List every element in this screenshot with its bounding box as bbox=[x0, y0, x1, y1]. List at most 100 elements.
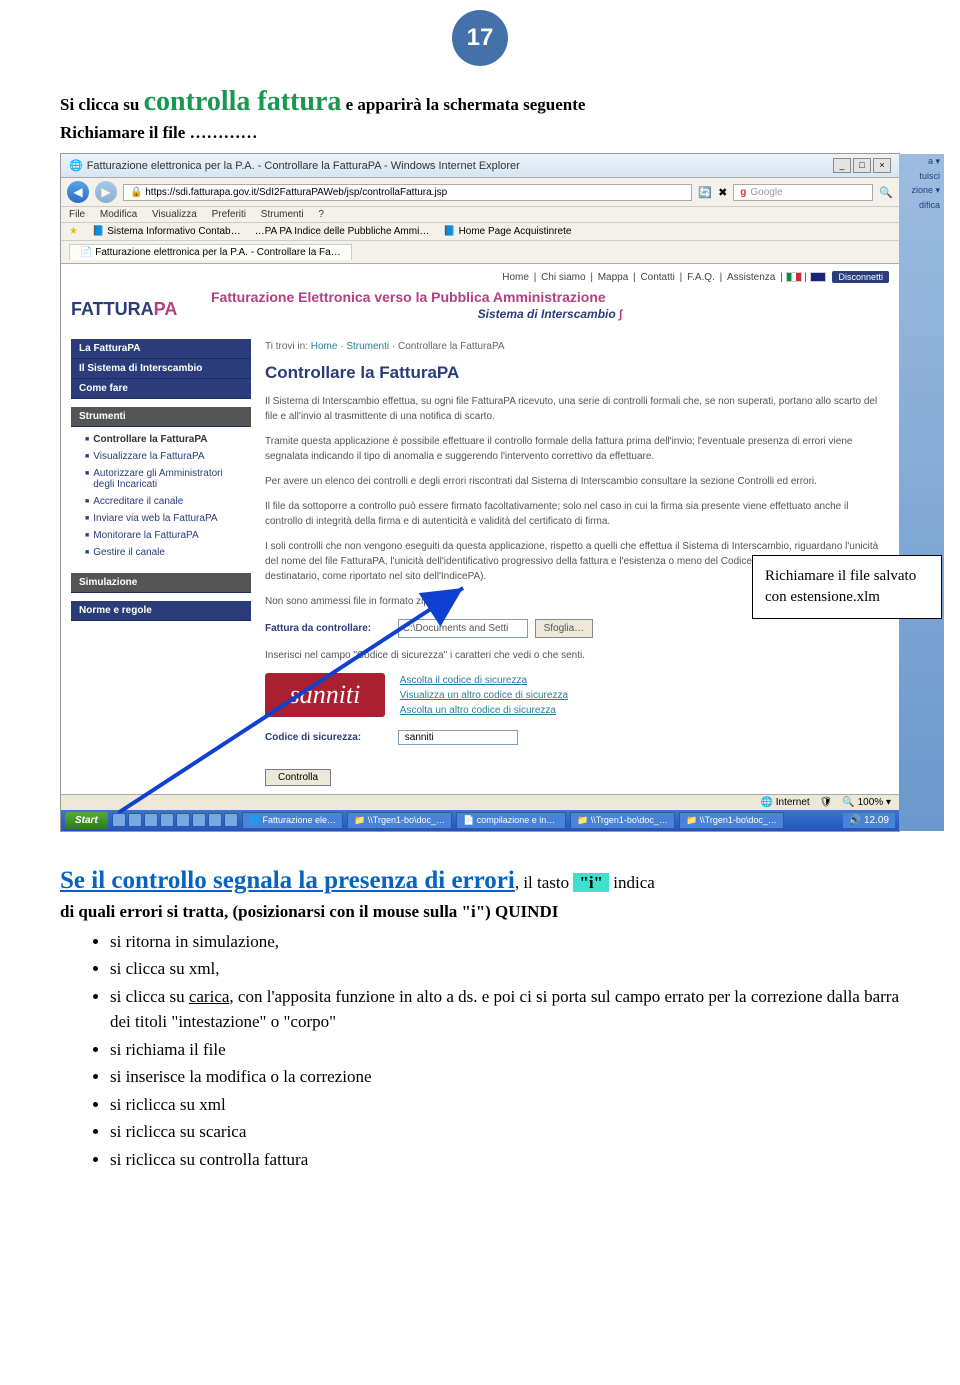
sidebar-head-strumenti[interactable]: Strumenti bbox=[71, 407, 251, 427]
search-box[interactable]: g Google bbox=[733, 184, 873, 201]
ql-icon[interactable] bbox=[160, 813, 174, 827]
lock-icon: 🔒 bbox=[130, 187, 142, 198]
taskbar-item[interactable]: 🌐 Fatturazione ele… bbox=[242, 812, 343, 829]
list-item: si richiama il file bbox=[110, 1037, 900, 1063]
header-row: FATTURAPA Fatturazione Elettronica verso… bbox=[71, 285, 889, 339]
sidebar-item-autorizzare[interactable]: Autorizzare gli Amministratori degli Inc… bbox=[71, 465, 251, 493]
list-item: si riclicca su controlla fattura bbox=[110, 1147, 900, 1173]
close-button[interactable]: × bbox=[873, 158, 891, 173]
fav-link[interactable]: 📘 Sistema Informativo Contab… bbox=[92, 226, 241, 237]
minimize-button[interactable]: _ bbox=[833, 158, 851, 173]
top-link-contatti[interactable]: Contatti bbox=[640, 272, 674, 283]
back-button[interactable]: ◀ bbox=[67, 181, 89, 203]
list-item: si clicca su xml, bbox=[110, 956, 900, 982]
sidebar-item-accreditare[interactable]: Accreditare il canale bbox=[71, 493, 251, 510]
sidebar-item-gestire[interactable]: Gestire il canale bbox=[71, 544, 251, 561]
fav-link[interactable]: 📘 Home Page Acquistinrete bbox=[443, 226, 571, 237]
list-item: si riclicca su scarica bbox=[110, 1119, 900, 1145]
address-row: ◀ ▶ 🔒 https://sdi.fatturapa.gov.it/SdI2F… bbox=[61, 178, 899, 207]
intro-paragraph: Si clicca su controlla fattura e apparir… bbox=[0, 86, 960, 143]
ql-icon[interactable] bbox=[176, 813, 190, 827]
intro-line2: Richiamare il file ………… bbox=[60, 123, 900, 143]
paragraph: Il Sistema di Interscambio effettua, su … bbox=[265, 394, 889, 424]
captcha-link-new-audio[interactable]: Ascolta un altro codice di sicurezza bbox=[400, 703, 568, 718]
breadcrumb-strumenti[interactable]: Strumenti bbox=[346, 341, 389, 352]
sidebar-item-monitorare[interactable]: Monitorare la FatturaPA bbox=[71, 527, 251, 544]
ql-icon[interactable] bbox=[128, 813, 142, 827]
ql-icon[interactable] bbox=[208, 813, 222, 827]
menu-edit[interactable]: Modifica bbox=[100, 209, 137, 220]
breadcrumb-current: Controllare la FatturaPA bbox=[398, 341, 505, 352]
security-input[interactable] bbox=[398, 730, 518, 745]
search-glass-icon[interactable]: 🔍 bbox=[879, 186, 893, 199]
menu-tools[interactable]: Strumenti bbox=[261, 209, 304, 220]
captcha-link-listen[interactable]: Ascolta il codice di sicurezza bbox=[400, 673, 568, 688]
right-edge-panel: a ▾ tuisci zione ▾ difica bbox=[899, 154, 944, 831]
menu-help[interactable]: ? bbox=[318, 209, 324, 220]
disconnect-button[interactable]: Disconnetti bbox=[832, 271, 889, 283]
maximize-button[interactable]: □ bbox=[853, 158, 871, 173]
browse-button[interactable]: Sfoglia… bbox=[535, 619, 594, 638]
top-link-faq[interactable]: F.A.Q. bbox=[687, 272, 715, 283]
file-label: Fattura da controllare: bbox=[265, 621, 395, 636]
ql-icon[interactable] bbox=[112, 813, 126, 827]
ie-icon: 🌐 bbox=[69, 159, 83, 172]
edge-item: zione ▾ bbox=[899, 183, 944, 198]
browser-window: a ▾ tuisci zione ▾ difica 🌐 Fatturazione… bbox=[60, 153, 900, 832]
browser-tab[interactable]: 📄 Fatturazione elettronica per la P.A. -… bbox=[69, 244, 352, 260]
flag-it-icon[interactable] bbox=[786, 272, 802, 282]
document-body: Se il controllo segnala la presenza di e… bbox=[0, 832, 960, 1215]
subhead-tail: , il tasto bbox=[515, 873, 574, 892]
ql-icon[interactable] bbox=[192, 813, 206, 827]
captcha-image: sanniti bbox=[265, 673, 385, 717]
page-title: Controllare la FatturaPA bbox=[265, 360, 889, 386]
error-subheading: Se il controllo segnala la presenza di e… bbox=[60, 867, 515, 894]
menu-file[interactable]: File bbox=[69, 209, 85, 220]
fav-link[interactable]: …PA PA Indice delle Pubbliche Ammi… bbox=[255, 226, 430, 237]
menu-favorites[interactable]: Preferiti bbox=[212, 209, 246, 220]
paragraph: Per avere un elenco dei controlli e degl… bbox=[265, 474, 889, 489]
forward-button[interactable]: ▶ bbox=[95, 181, 117, 203]
top-link-home[interactable]: Home bbox=[502, 272, 529, 283]
quick-launch bbox=[112, 813, 238, 827]
file-input[interactable]: C:\Documents and Setti bbox=[398, 619, 528, 638]
ql-icon[interactable] bbox=[224, 813, 238, 827]
paragraph: Tramite questa applicazione è possibile … bbox=[265, 434, 889, 464]
flag-uk-icon[interactable] bbox=[810, 272, 826, 282]
top-link-chisiamo[interactable]: Chi siamo bbox=[541, 272, 585, 283]
sidebar-head-norme[interactable]: Norme e regole bbox=[71, 601, 251, 621]
breadcrumb-home[interactable]: Home bbox=[311, 341, 338, 352]
sidebar-item-controllare[interactable]: Controllare la FatturaPA bbox=[71, 431, 251, 448]
sidebar-item-fatturapa[interactable]: La FatturaPA bbox=[71, 339, 251, 359]
captcha-link-new-visual[interactable]: Visualizza un altro codice di sicurezza bbox=[400, 688, 568, 703]
sidebar-head-simulazione[interactable]: Simulazione bbox=[71, 573, 251, 593]
taskbar-item[interactable]: 📁 \\Trgen1-bo\doc_… bbox=[347, 812, 452, 829]
edge-item: difica bbox=[899, 198, 944, 212]
window-title: 🌐 Fatturazione elettronica per la P.A. -… bbox=[69, 159, 520, 172]
taskbar-item[interactable]: 📁 \\Trgen1-bo\doc_… bbox=[679, 812, 784, 829]
star-icon[interactable]: ★ bbox=[69, 226, 78, 237]
system-tray[interactable]: 🔊 12.09 bbox=[843, 813, 895, 828]
top-link-mappa[interactable]: Mappa bbox=[598, 272, 629, 283]
captcha-hint: Inserisci nel campo "Codice di sicurezza… bbox=[265, 648, 889, 663]
address-bar[interactable]: 🔒 https://sdi.fatturapa.gov.it/SdI2Fattu… bbox=[123, 184, 692, 201]
controlla-button[interactable]: Controlla bbox=[265, 769, 331, 786]
sidebar-item-inviare[interactable]: Inviare via web la FatturaPA bbox=[71, 510, 251, 527]
sidebar-item-sistema[interactable]: Il Sistema di Interscambio bbox=[71, 359, 251, 379]
status-zoom[interactable]: 🔍 100% ▾ bbox=[842, 797, 891, 808]
top-link-assistenza[interactable]: Assistenza bbox=[727, 272, 775, 283]
subhead-tail2: indica bbox=[609, 873, 655, 892]
refresh-icon[interactable]: 🔄 bbox=[698, 186, 712, 199]
sidebar-item-comefare[interactable]: Come fare bbox=[71, 379, 251, 399]
sidebar-item-visualizzare[interactable]: Visualizzare la FatturaPA bbox=[71, 448, 251, 465]
status-protected: 🛡 bbox=[820, 797, 833, 808]
list-item: si riclicca su xml bbox=[110, 1092, 900, 1118]
taskbar-item[interactable]: 📁 \\Trgen1-bo\doc_… bbox=[570, 812, 675, 829]
intro-post: e apparirà la schermata seguente bbox=[346, 95, 586, 114]
taskbar-item[interactable]: 📄 compilazione e invi… bbox=[456, 812, 566, 829]
start-button[interactable]: Start bbox=[65, 812, 108, 829]
ql-icon[interactable] bbox=[144, 813, 158, 827]
security-label: Codice di sicurezza: bbox=[265, 730, 395, 745]
stop-icon[interactable]: ✖ bbox=[718, 186, 727, 199]
menu-view[interactable]: Visualizza bbox=[152, 209, 197, 220]
